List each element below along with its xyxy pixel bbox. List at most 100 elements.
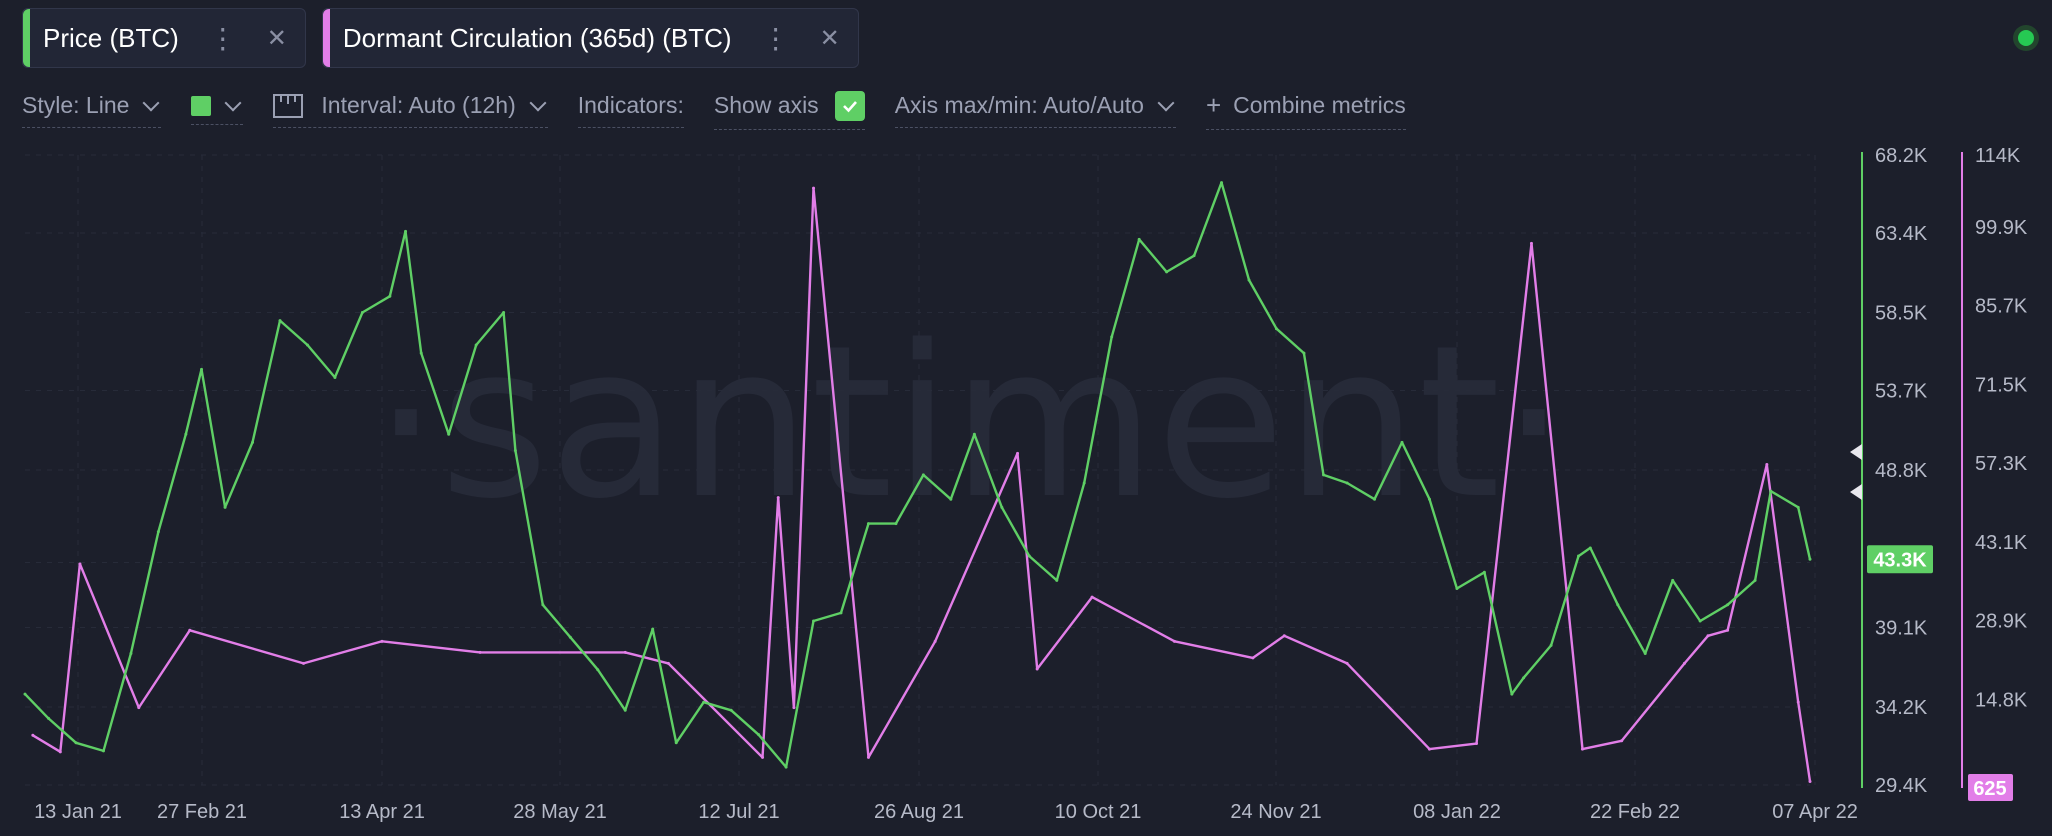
price-point bbox=[47, 716, 51, 720]
price-axis-tick: 39.1K bbox=[1875, 618, 1928, 640]
price-point bbox=[972, 432, 976, 436]
price-point bbox=[184, 432, 188, 436]
price-point bbox=[1753, 578, 1757, 582]
price-axis-tick: 48.8K bbox=[1875, 460, 1928, 482]
price-point bbox=[74, 741, 78, 745]
dormant-point bbox=[812, 186, 816, 190]
price-axis-tick: 34.2K bbox=[1875, 697, 1928, 719]
dormant-point bbox=[1808, 780, 1812, 784]
dormant-point bbox=[1580, 747, 1584, 751]
price-point bbox=[921, 473, 925, 477]
dormant-point bbox=[933, 639, 937, 643]
price-point bbox=[1192, 254, 1196, 258]
dormant-point bbox=[776, 496, 780, 500]
price-point bbox=[651, 627, 655, 631]
price-point bbox=[1698, 619, 1702, 623]
price-point bbox=[360, 311, 364, 314]
price-axis-tick: 58.5K bbox=[1875, 303, 1928, 325]
price-point bbox=[1616, 603, 1620, 607]
axis-marker-triangle bbox=[1850, 444, 1862, 460]
price-point bbox=[1510, 692, 1514, 696]
price-point bbox=[1726, 603, 1730, 607]
dormant-point bbox=[478, 650, 482, 654]
x-tick-label: 24 Nov 21 bbox=[1230, 801, 1321, 823]
dormant-point bbox=[58, 750, 62, 754]
dormant-axis-tick: 71.5K bbox=[1975, 374, 2028, 396]
price-point bbox=[513, 449, 517, 453]
dormant-axis-tick: 28.9K bbox=[1975, 611, 2028, 633]
price-point bbox=[1110, 335, 1114, 339]
price-point bbox=[839, 611, 843, 615]
dormant-point bbox=[302, 661, 306, 665]
price-point bbox=[1274, 327, 1278, 331]
dormant-point bbox=[78, 562, 82, 566]
price-point bbox=[1400, 440, 1404, 444]
dormant-axis-tick: 43.1K bbox=[1975, 532, 2028, 554]
price-point bbox=[1165, 270, 1169, 274]
price-point bbox=[1137, 237, 1141, 241]
price-point bbox=[388, 294, 392, 298]
price-axis-tick: 29.4K bbox=[1875, 775, 1928, 797]
price-point bbox=[866, 522, 870, 526]
price-point bbox=[101, 749, 105, 753]
price-point bbox=[251, 440, 255, 444]
dormant-point bbox=[188, 628, 192, 632]
dormant-point bbox=[792, 706, 796, 710]
dormant-point bbox=[1682, 661, 1686, 665]
price-point bbox=[1643, 651, 1647, 655]
price-point bbox=[1588, 546, 1592, 550]
dormant-axis-tick: 85.7K bbox=[1975, 296, 2028, 318]
price-point bbox=[404, 229, 408, 233]
price-point bbox=[474, 343, 478, 347]
price-point bbox=[305, 343, 309, 347]
dormant-point bbox=[1765, 462, 1769, 466]
price-dormant-chart[interactable]: ·santiment· 13 Jan 21 27 Feb 21 13 Apr 21 2… bbox=[0, 0, 2052, 836]
price-point bbox=[757, 733, 761, 737]
price-point bbox=[1027, 554, 1031, 558]
dormant-point bbox=[1726, 628, 1730, 632]
price-point bbox=[1796, 505, 1800, 509]
x-tick-label: 22 Feb 22 bbox=[1590, 801, 1680, 823]
dormant-axis-tick: 99.9K bbox=[1975, 217, 2028, 239]
price-point bbox=[1482, 570, 1486, 574]
x-tick-label: 26 Aug 21 bbox=[874, 801, 964, 823]
price-point bbox=[784, 765, 788, 769]
dormant-point bbox=[623, 650, 627, 654]
price-point bbox=[568, 635, 572, 639]
dormant-point bbox=[1016, 451, 1020, 455]
price-point bbox=[949, 497, 953, 501]
dormant-point bbox=[1035, 667, 1039, 671]
dormant-point bbox=[1282, 634, 1286, 638]
dormant-axis-tick: 57.3K bbox=[1975, 453, 2028, 475]
dormant-point bbox=[1529, 241, 1533, 245]
x-tick-label: 13 Jan 21 bbox=[34, 801, 122, 823]
price-point bbox=[1055, 578, 1059, 582]
x-tick-label: 08 Jan 22 bbox=[1413, 801, 1501, 823]
price-point bbox=[200, 367, 204, 371]
dormant-point bbox=[666, 661, 670, 665]
price-point bbox=[1082, 481, 1086, 485]
price-point bbox=[1220, 181, 1224, 185]
x-axis-ticks: 13 Jan 21 27 Feb 21 13 Apr 21 28 May 21 12 J… bbox=[34, 801, 1858, 823]
dormant-point bbox=[380, 639, 384, 643]
price-axis-tick: 63.4K bbox=[1875, 223, 1928, 245]
dormant-point bbox=[1172, 639, 1176, 643]
dormant-point bbox=[761, 755, 765, 759]
price-point bbox=[1577, 554, 1581, 558]
axis-marker-triangle bbox=[1850, 484, 1862, 500]
price-point bbox=[596, 668, 600, 672]
dormant-point bbox=[1706, 634, 1710, 638]
x-tick-label: 10 Oct 21 bbox=[1055, 801, 1142, 823]
price-point bbox=[729, 708, 733, 712]
price-point bbox=[1549, 643, 1553, 647]
dormant-axis-tick: 114K bbox=[1975, 145, 2021, 167]
price-point bbox=[812, 619, 816, 623]
chart-grid bbox=[25, 154, 1816, 786]
price-point bbox=[1455, 587, 1459, 591]
dormant-current-value: 625 bbox=[1973, 778, 2006, 800]
x-tick-label: 13 Apr 21 bbox=[339, 801, 425, 823]
dormant-point bbox=[1475, 742, 1479, 746]
price-point bbox=[156, 530, 160, 534]
price-point bbox=[278, 319, 282, 323]
price-point bbox=[702, 700, 706, 704]
